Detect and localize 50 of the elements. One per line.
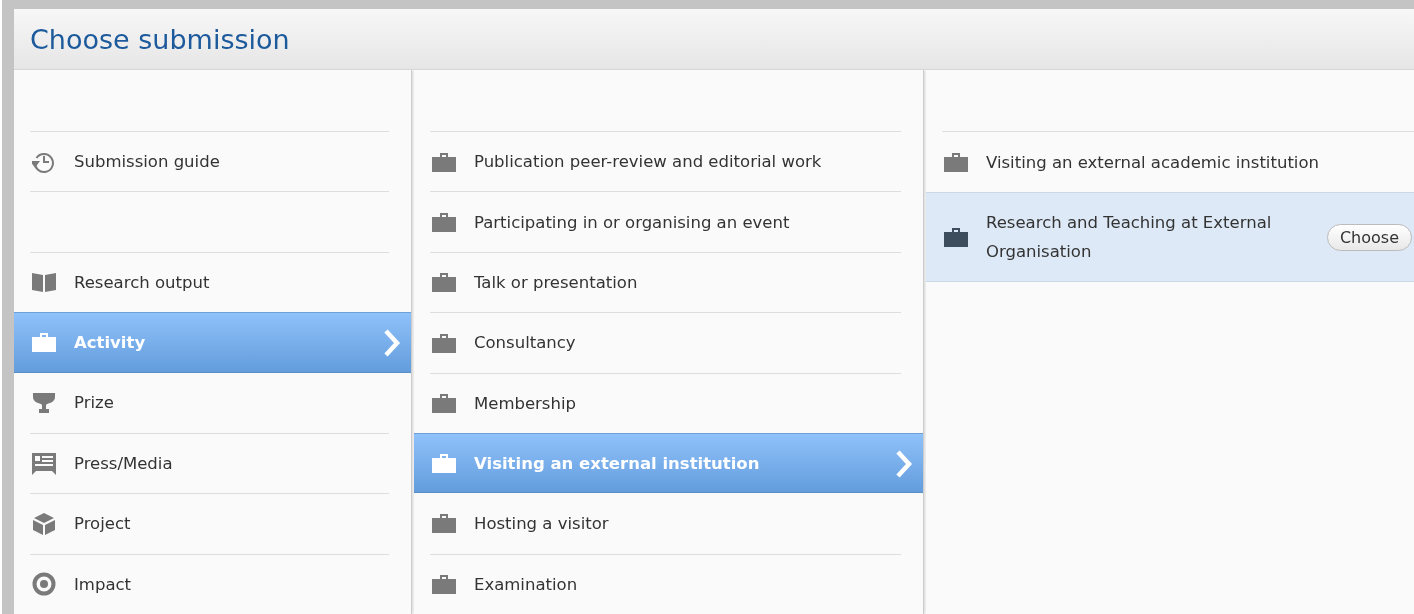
menu-item[interactable]: Hosting a visitor <box>430 493 901 554</box>
briefcase-icon <box>432 393 456 414</box>
item-label: Participating in or organising an event <box>474 211 790 234</box>
item-label: Examination <box>474 573 578 596</box>
menu-item[interactable]: Consultancy <box>430 312 901 373</box>
menu-item[interactable]: Project <box>30 493 389 554</box>
item-label: Talk or presentation <box>474 271 638 294</box>
item-label: Publication peer-review and editorial work <box>474 151 822 174</box>
book-icon <box>32 271 56 294</box>
item-label: Hosting a visitor <box>474 512 609 535</box>
menu-item[interactable]: Membership <box>430 372 901 433</box>
menu-item[interactable]: Talk or presentation <box>430 251 901 313</box>
menu-item[interactable]: Impact <box>30 553 389 614</box>
menu-item[interactable]: Prize <box>30 372 389 433</box>
briefcase-icon <box>432 272 456 293</box>
chevron-right-icon <box>895 448 913 479</box>
dialog-title: Choose submission <box>30 23 290 55</box>
briefcase-icon <box>944 152 968 172</box>
menu-item[interactable]: Examination <box>430 553 901 614</box>
item-label: Consultancy <box>474 332 576 355</box>
target-icon <box>32 572 56 597</box>
item-label: Project <box>74 513 131 536</box>
item-label: Press/Media <box>74 453 173 476</box>
menu-item[interactable]: Press/Media <box>30 432 389 494</box>
item-label: Impact <box>74 573 132 596</box>
briefcase-icon <box>432 453 456 474</box>
menu-item[interactable]: Participating in or organising an event <box>430 191 901 252</box>
chevron-right-icon <box>383 328 401 359</box>
menu-item[interactable]: Submission guide <box>30 131 389 192</box>
item-label: Research output <box>74 271 210 294</box>
choose-button[interactable]: Choose <box>1326 223 1412 251</box>
item-label: Research and Teaching at External Organisation <box>986 212 1273 263</box>
item-label: Visiting an external institution <box>474 452 760 475</box>
briefcase-icon <box>432 513 456 534</box>
trophy-icon <box>32 391 56 414</box>
briefcase-icon <box>432 151 456 172</box>
briefcase-icon <box>432 332 456 353</box>
briefcase-icon <box>432 574 456 595</box>
newspaper-icon <box>32 452 56 475</box>
item-label: Prize <box>74 392 114 415</box>
cube-icon <box>32 511 56 536</box>
briefcase-icon <box>944 227 968 247</box>
item-label: Activity <box>74 331 146 354</box>
briefcase-icon <box>432 212 456 233</box>
menu-item[interactable]: Research and Teaching at External Organisation Choose <box>926 192 1414 282</box>
item-label: Visiting an external academic institution <box>986 151 1319 174</box>
item-label: Submission guide <box>74 151 220 174</box>
item-label: Membership <box>474 392 576 415</box>
menu-item[interactable]: Publication peer-review and editorial work <box>430 131 901 192</box>
briefcase-icon <box>32 332 56 353</box>
